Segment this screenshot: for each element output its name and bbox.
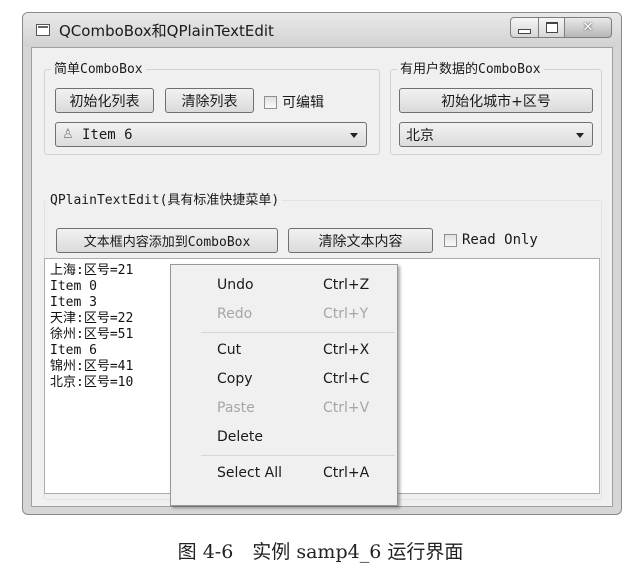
minimize-icon <box>518 29 531 34</box>
city-combobox[interactable]: 北京 <box>399 122 593 147</box>
readonly-checkbox-box[interactable] <box>444 233 457 247</box>
chevron-down-icon <box>350 133 358 138</box>
menu-separator <box>201 455 395 456</box>
simple-combobox[interactable]: ♙ Item 6 <box>55 122 367 147</box>
menu-separator <box>201 332 395 333</box>
window-title: QComboBox和QPlainTextEdit <box>59 22 274 40</box>
editable-checkbox-label: 可编辑 <box>282 95 324 111</box>
menu-item-undo[interactable]: Undo Ctrl+Z <box>171 271 397 300</box>
menu-item-shortcut: Ctrl+X <box>323 342 370 358</box>
maximize-button[interactable] <box>538 17 565 38</box>
clear-text-button[interactable]: 清除文本内容 <box>288 228 433 253</box>
menu-item-label: Cut <box>217 342 242 358</box>
menu-item-paste: Paste Ctrl+V <box>171 394 397 423</box>
init-list-button[interactable]: 初始化列表 <box>55 88 154 113</box>
menu-item-label: Redo <box>217 306 253 322</box>
menu-item-redo: Redo Ctrl+Y <box>171 300 397 329</box>
menu-item-select-all[interactable]: Select All Ctrl+A <box>171 459 397 488</box>
add-to-combobox-button[interactable]: 文本框内容添加到ComboBox <box>56 228 278 253</box>
menu-item-shortcut: Ctrl+C <box>323 371 370 387</box>
chevron-down-icon <box>576 133 584 138</box>
simple-combobox-group-title: 简单ComboBox <box>51 58 146 77</box>
menu-item-label: Copy <box>217 371 253 387</box>
editable-checkbox-box[interactable] <box>264 95 277 109</box>
simple-combobox-value: Item 6 <box>82 126 133 143</box>
menu-item-copy[interactable]: Copy Ctrl+C <box>171 365 397 394</box>
caption-buttons: ✕ <box>510 17 612 38</box>
menu-item-delete[interactable]: Delete <box>171 423 397 452</box>
init-city-code-button[interactable]: 初始化城市+区号 <box>399 88 593 113</box>
menu-item-shortcut: Ctrl+Y <box>323 306 369 322</box>
menu-item-cut[interactable]: Cut Ctrl+X <box>171 336 397 365</box>
menu-item-shortcut: Ctrl+Z <box>323 277 370 293</box>
menu-item-label: Select All <box>217 465 282 481</box>
readonly-checkbox[interactable]: Read Only <box>444 232 538 248</box>
person-icon: ♙ <box>62 127 74 142</box>
menu-item-label: Undo <box>217 277 254 293</box>
figure-caption: 图 4-6 实例 samp4_6 运行界面 <box>177 541 464 563</box>
editable-checkbox[interactable]: 可编辑 <box>264 92 324 112</box>
city-combobox-value: 北京 <box>406 127 434 144</box>
userdata-combobox-group-title: 有用户数据的ComboBox <box>397 58 544 77</box>
close-button[interactable]: ✕ <box>564 17 612 38</box>
menu-item-label: Delete <box>217 429 263 445</box>
minimize-button[interactable] <box>510 17 539 38</box>
context-menu: Undo Ctrl+Z Redo Ctrl+Y Cut Ctrl+X Copy … <box>170 264 398 506</box>
menu-item-shortcut: Ctrl+A <box>323 465 370 481</box>
simple-combobox-group: 简单ComboBox 初始化列表 清除列表 可编辑 ♙ Item 6 <box>44 58 380 155</box>
plaintextedit-group-title: QPlainTextEdit(具有标准快捷菜单) <box>47 189 283 208</box>
maximize-icon <box>545 22 558 33</box>
close-icon: ✕ <box>582 20 594 35</box>
userdata-combobox-group: 有用户数据的ComboBox 初始化城市+区号 北京 <box>390 58 602 155</box>
app-window-icon <box>36 24 50 36</box>
title-bar[interactable]: QComboBox和QPlainTextEdit ✕ <box>23 13 621 47</box>
menu-item-shortcut: Ctrl+V <box>323 400 370 416</box>
readonly-checkbox-label: Read Only <box>462 232 538 248</box>
clear-list-button[interactable]: 清除列表 <box>165 88 254 113</box>
menu-item-label: Paste <box>217 400 255 416</box>
